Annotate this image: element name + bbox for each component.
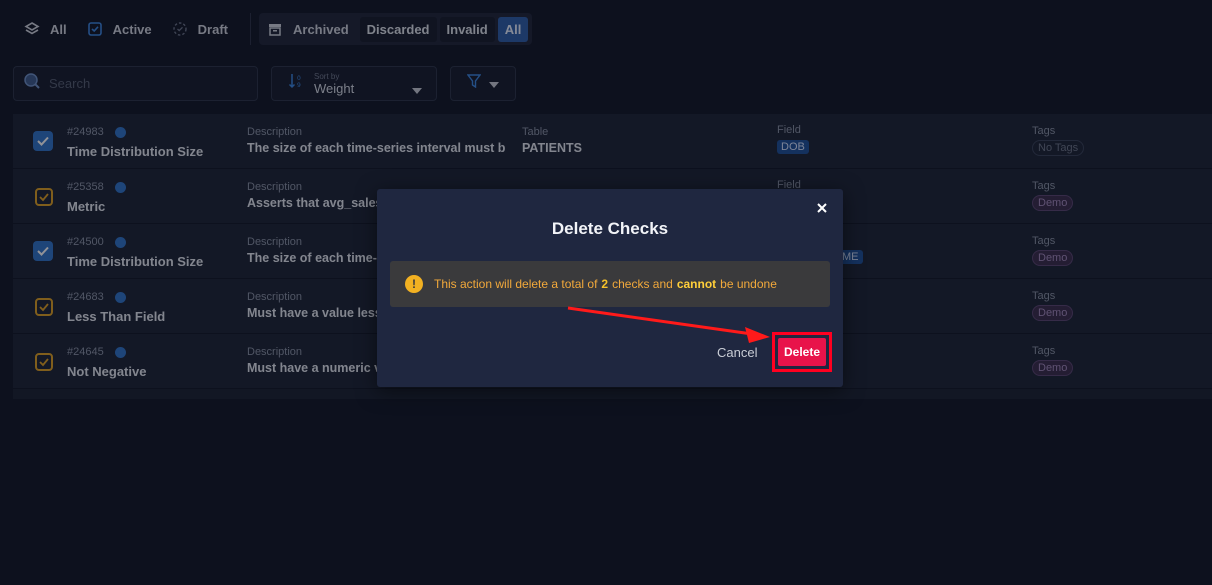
warning-suffix: be undone (720, 277, 777, 291)
delete-button[interactable]: Delete (778, 338, 826, 366)
warning-icon: ! (405, 275, 423, 293)
warning-prefix: This action will delete a total of (434, 277, 598, 291)
delete-highlight: Delete (772, 332, 832, 372)
warning-count: 2 (601, 277, 609, 291)
delete-checks-dialog: Delete Checks ! This action will delete … (377, 189, 843, 387)
warning-mid: checks and (612, 277, 673, 291)
warning-strong: cannot (676, 277, 717, 291)
dialog-title: Delete Checks (551, 219, 669, 238)
warning-banner: ! This action will delete a total of 2 c… (390, 261, 830, 307)
close-icon[interactable] (815, 201, 829, 215)
cancel-button[interactable]: Cancel (717, 345, 757, 360)
